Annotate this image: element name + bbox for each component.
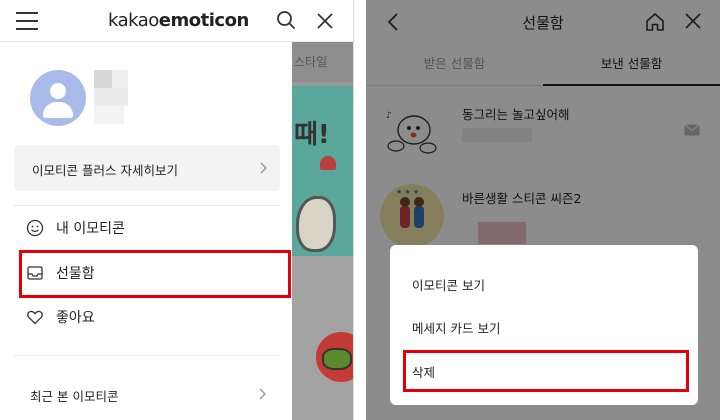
character-image-green [322,348,352,370]
option-view-emoticon[interactable]: 이모티콘 보기 [412,275,485,294]
background-banner-text: 때! [294,120,330,150]
character-image [296,196,336,252]
left-screen: 스타일 때! 이모티콘 플러스 자세히보기 내 이모티콘 선물함 좋아요 최근 … [0,0,354,420]
side-menu: 이모티콘 플러스 자세히보기 내 이모티콘 선물함 좋아요 최근 본 이모티콘 [0,0,292,420]
smiley-icon [26,219,44,237]
screen-divider [354,0,366,420]
avatar[interactable] [30,70,86,126]
avatar-body-shape [43,102,73,118]
menu-header: kakaoemoticon [0,0,353,42]
heart-icon [27,310,43,325]
menu-item-likes[interactable]: 좋아요 [26,305,95,329]
recent-emoticons-link[interactable]: 최근 본 이모티콘 [30,386,118,405]
divider [14,205,280,206]
chevron-right-icon[interactable] [258,386,268,402]
background-tab-style: 스타일 [292,42,353,82]
divider [14,355,280,356]
background-banner: 때! [292,86,353,256]
emoticon-plus-label: 이모티콘 플러스 자세히보기 [32,163,178,178]
highlight-box-delete [403,350,689,392]
menu-item-label: 내 이모티콘 [56,221,125,237]
kakao-emoticon-logo[interactable]: kakaoemoticon [108,10,249,31]
search-icon[interactable] [276,10,296,30]
chevron-right-icon [260,162,267,174]
highlight-box-giftbox [19,250,291,298]
emoticon-plus-card[interactable]: 이모티콘 플러스 자세히보기 [14,145,280,191]
menu-item-label: 좋아요 [56,310,95,326]
background-page: 스타일 때! [292,42,353,420]
background-lower-area [292,256,353,420]
menu-item-my-emoticon[interactable]: 내 이모티콘 [26,216,125,240]
username-blurred [94,70,134,126]
hamburger-menu-icon[interactable] [16,12,38,30]
option-view-message-card[interactable]: 메세지 카드 보기 [412,318,500,337]
close-icon[interactable] [315,11,335,31]
heart-sticker-image [320,156,336,170]
avatar-head-shape [50,83,66,99]
